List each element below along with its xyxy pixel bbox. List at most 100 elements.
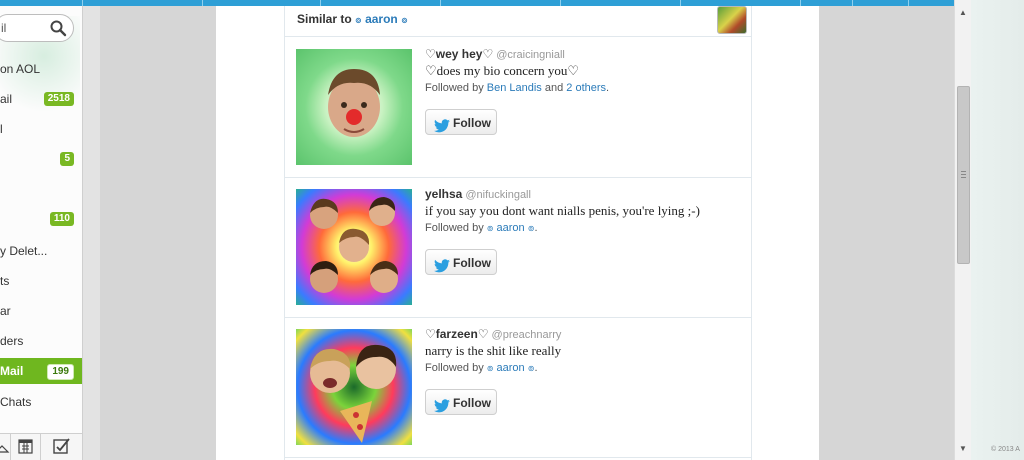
scroll-down-arrow-icon[interactable]: ▼: [955, 442, 971, 456]
follow-button-label: Follow: [453, 116, 491, 130]
user-info: ♡farzeen♡ @preachnarry narry is the shit …: [425, 327, 745, 415]
profile-thumbnail[interactable]: [717, 6, 747, 34]
user-name-line: ♡farzeen♡ @preachnarry: [425, 327, 745, 341]
unread-count-badge: 2518: [43, 92, 74, 106]
sidebar-item-label: ail: [0, 92, 13, 106]
copyright-text: © 2013 A: [991, 446, 1020, 453]
followed-by-suffix: .: [606, 82, 610, 94]
followed-by-prefix: Followed by: [425, 82, 484, 94]
user-suggestion-row: yelhsa @nifuckingall if you say you dont …: [285, 177, 751, 318]
twitter-bird-icon: [434, 256, 450, 273]
followed-by-line: Followed by Ben Landis and 2 others.: [425, 82, 745, 94]
follow-button[interactable]: Follow: [425, 109, 497, 135]
follow-button[interactable]: Follow: [425, 249, 497, 275]
content-gutter: [819, 6, 954, 460]
mail-sidebar: on AOL ail 2518 l 5 110 y Delet... ts ar…: [0, 6, 83, 460]
sidebar-item-label: Chats: [0, 395, 32, 409]
grip-line: [961, 174, 966, 175]
sidebar-item-chats[interactable]: Chats: [0, 391, 82, 413]
search-box[interactable]: [0, 14, 74, 42]
content-gutter: [100, 6, 216, 460]
user-handle[interactable]: @craicingniall: [496, 49, 565, 61]
user-link-text: aaron: [365, 12, 398, 26]
similar-users-module: Similar to ⊚ aaron ⊚ ♡wey hey♡ @craicing…: [284, 6, 752, 460]
scroll-up-arrow-icon[interactable]: ▲: [955, 6, 971, 20]
unread-count-badge: 5: [60, 152, 74, 166]
search-input[interactable]: [1, 19, 45, 37]
calendar-icon[interactable]: [10, 434, 41, 460]
sidebar-item-aol[interactable]: on AOL: [0, 58, 82, 80]
followed-by-suffix: .: [534, 222, 538, 234]
module-header: Similar to ⊚ aaron ⊚: [285, 6, 751, 37]
user-bio: narry is the shit like really: [425, 343, 562, 358]
user-avatar[interactable]: [296, 49, 412, 165]
sidebar-toolbar: [0, 433, 82, 460]
grip-line: [961, 177, 966, 178]
sidebar-item-label: ar: [0, 304, 11, 318]
unread-count-badge: 199: [47, 364, 74, 380]
user-info: yelhsa @nifuckingall if you say you dont …: [425, 187, 745, 275]
follower-link[interactable]: ⊚ aaron ⊚: [487, 362, 535, 374]
user-display-name[interactable]: ♡wey hey♡: [425, 47, 493, 61]
sidebar-item-mail[interactable]: l: [0, 118, 82, 140]
user-bio: if you say you dont want nialls penis, y…: [425, 203, 700, 218]
twitter-bird-icon: [434, 116, 450, 133]
user-display-name[interactable]: yelhsa: [425, 187, 462, 201]
followed-by-suffix: .: [534, 362, 538, 374]
follower-name: aaron: [496, 362, 525, 374]
follower-link[interactable]: Ben Landis: [487, 82, 542, 94]
scrollbar-thumb[interactable]: [957, 86, 970, 264]
user-avatar[interactable]: [296, 329, 412, 445]
sidebar-item-folder[interactable]: 5: [0, 148, 82, 170]
followed-by-prefix: Followed by: [425, 222, 484, 234]
others-link[interactable]: 2 others: [566, 82, 606, 94]
module-title-text: Similar to: [297, 12, 352, 26]
user-suggestion-row: ♡farzeen♡ @preachnarry narry is the shit …: [285, 317, 751, 458]
sidebar-item-inbox[interactable]: ail 2518: [0, 88, 82, 110]
user-handle[interactable]: @preachnarry: [492, 329, 562, 341]
user-bio: ♡does my bio concern you♡: [425, 63, 580, 78]
user-display-name[interactable]: ♡farzeen♡: [425, 327, 489, 341]
sidebar-item-folders[interactable]: ders: [0, 330, 82, 352]
unread-count-badge: 110: [49, 212, 74, 226]
user-handle[interactable]: @nifuckingall: [465, 189, 531, 201]
user-link[interactable]: ⊚ aaron ⊚: [355, 12, 408, 26]
user-name-line: yelhsa @nifuckingall: [425, 187, 745, 201]
follow-button-label: Follow: [453, 256, 491, 270]
follow-button-label: Follow: [453, 396, 491, 410]
user-info: ♡wey hey♡ @craicingniall ♡does my bio con…: [425, 47, 745, 135]
sidebar-item-label: on AOL: [0, 62, 41, 76]
user-avatar-mini-icon: ⊚: [401, 16, 408, 25]
vertical-scrollbar[interactable]: ▲ ▼: [954, 0, 971, 460]
twitter-bird-icon: [434, 396, 450, 413]
sidebar-item-recently-deleted[interactable]: y Delet...: [0, 240, 82, 262]
sidebar-item-folder[interactable]: [0, 178, 82, 200]
follower-name: aaron: [496, 222, 525, 234]
user-avatar-mini-icon: ⊚: [486, 224, 494, 233]
followed-by-line: Followed by ⊚ aaron ⊚.: [425, 362, 745, 374]
user-avatar[interactable]: [296, 189, 412, 305]
sidebar-item-label: Mail: [0, 364, 24, 378]
user-name-line: ♡wey hey♡ @craicingniall: [425, 47, 745, 61]
followed-by-prefix: Followed by: [425, 362, 484, 374]
follow-button[interactable]: Follow: [425, 389, 497, 415]
sidebar-item-label: ders: [0, 334, 24, 348]
followed-by-and: and: [544, 82, 564, 94]
sidebar-item-contacts[interactable]: ts: [0, 270, 82, 292]
tasks-icon[interactable]: [40, 434, 82, 460]
user-avatar-mini-icon: ⊚: [486, 364, 494, 373]
sidebar-item-label: ts: [0, 274, 10, 288]
sidebar-item-label: l: [0, 122, 3, 136]
grip-line: [961, 171, 966, 172]
module-title: Similar to ⊚ aaron ⊚: [297, 12, 408, 26]
sidebar-item-mail-active[interactable]: Mail 199: [0, 358, 82, 384]
user-suggestion-row: ♡wey hey♡ @craicingniall ♡does my bio con…: [285, 37, 751, 178]
right-background: [971, 0, 1024, 460]
sidebar-item-calendar[interactable]: ar: [0, 300, 82, 322]
followed-by-line: Followed by ⊚ aaron ⊚.: [425, 222, 745, 234]
follower-link[interactable]: ⊚ aaron ⊚: [487, 222, 535, 234]
user-avatar-mini-icon: ⊚: [355, 16, 362, 25]
search-icon[interactable]: [49, 19, 67, 37]
sidebar-item-label: y Delet...: [0, 244, 48, 258]
sidebar-item-folder[interactable]: 110: [0, 208, 82, 230]
